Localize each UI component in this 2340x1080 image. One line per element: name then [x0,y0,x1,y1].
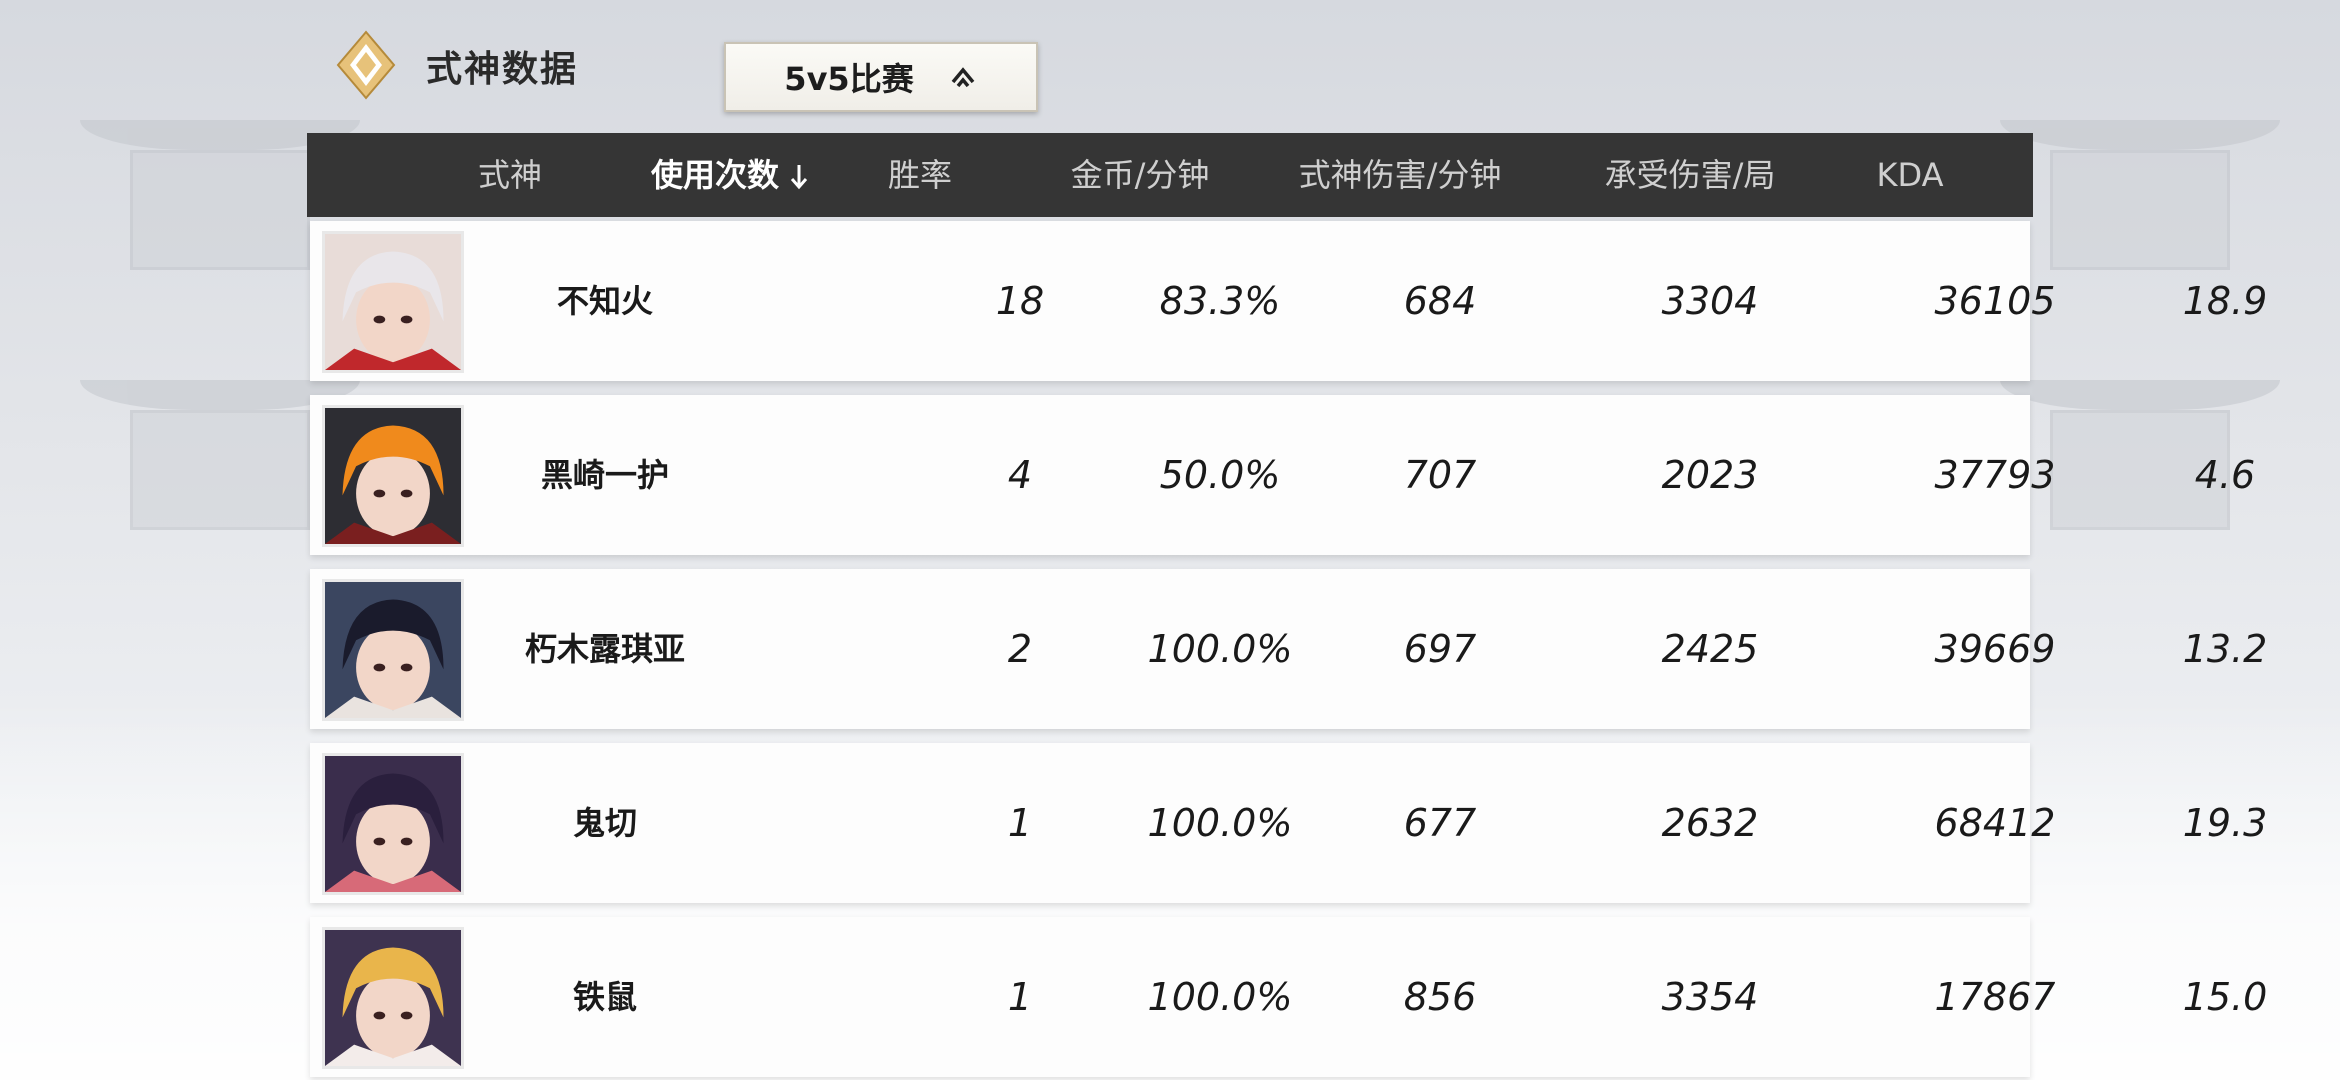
shikigami-avatar [322,753,464,895]
gold-value: 697 [1403,627,1477,671]
kda-value: 13.2 [2182,627,2268,671]
shikigami-avatar [322,927,464,1069]
gold-value: 684 [1403,279,1477,323]
kda-value: 19.3 [2182,801,2268,845]
taken-value: 17867 [1934,975,2056,1019]
shikigami-name: 铁鼠 [572,978,637,1016]
damage-value: 2632 [1661,801,1759,845]
column-header-shikigami: 式神 [477,156,542,194]
winrate-value: 83.3% [1159,279,1281,323]
damage-value: 2425 [1661,627,1759,671]
damage-value: 3354 [1661,975,1759,1019]
match-mode-dropdown[interactable]: 5v5比赛 [724,42,1038,112]
uses-value: 4 [1007,453,1033,497]
uses-value: 1 [1007,975,1033,1019]
shikigami-avatar [322,405,464,547]
shikigami-avatar [322,579,464,721]
table-row[interactable]: 鬼切 1 100.0% 677 2632 68412 19.3 [310,743,2267,903]
uses-value: 18 [995,279,1045,323]
column-header-uses-label: 使用次数 [650,156,779,194]
column-header-kda[interactable]: KDA [1840,133,1980,217]
shikigami-name: 不知火 [556,282,653,320]
gold-value: 677 [1403,801,1477,845]
taken-value: 37793 [1934,453,2056,497]
kda-value: 15.0 [2182,975,2268,1019]
winrate-value: 50.0% [1159,453,1281,497]
uses-value: 1 [1007,801,1033,845]
diamond-logo-icon [336,30,396,100]
taken-value: 36105 [1934,279,2056,323]
dropdown-toggle-icon [951,67,975,88]
table-row[interactable]: 朽木露琪亚 2 100.0% 697 2425 39669 13.2 [310,569,2267,729]
table-row[interactable]: 黑崎一护 4 50.0% 707 2023 37793 4.6 [310,395,2255,555]
shikigami-name: 朽木露琪亚 [524,630,685,668]
table-row[interactable]: 不知火 18 83.3% 684 3304 36105 18.9 [310,221,2267,381]
sort-descending-icon [790,165,808,190]
column-header-winrate[interactable]: 胜率 [820,133,1020,217]
damage-value: 2023 [1661,453,1759,497]
column-header-gold[interactable]: 金币/分钟 [1030,133,1250,217]
page-title: 式神数据 [426,49,579,90]
winrate-value: 100.0% [1147,627,1293,671]
table-row[interactable]: 铁鼠 1 100.0% 856 3354 17867 15.0 [310,917,2267,1077]
damage-value: 3304 [1661,279,1759,323]
taken-value: 39669 [1934,627,2056,671]
column-header-uses[interactable]: 使用次数 [630,133,830,217]
winrate-value: 100.0% [1147,975,1293,1019]
shikigami-name: 鬼切 [572,804,637,842]
taken-value: 68412 [1934,801,2056,845]
gold-value: 856 [1403,975,1477,1019]
shikigami-name: 黑崎一护 [540,456,669,494]
shikigami-avatar [322,231,464,373]
winrate-value: 100.0% [1147,801,1293,845]
kda-value: 18.9 [2182,279,2268,323]
uses-value: 2 [1007,627,1033,671]
gold-value: 707 [1403,453,1477,497]
column-header-damage[interactable]: 式神伤害/分钟 [1270,133,1530,217]
kda-value: 4.6 [2194,453,2256,497]
column-header-taken[interactable]: 承受伤害/局 [1570,133,1810,217]
match-mode-value: 5v5比赛 [784,60,914,98]
